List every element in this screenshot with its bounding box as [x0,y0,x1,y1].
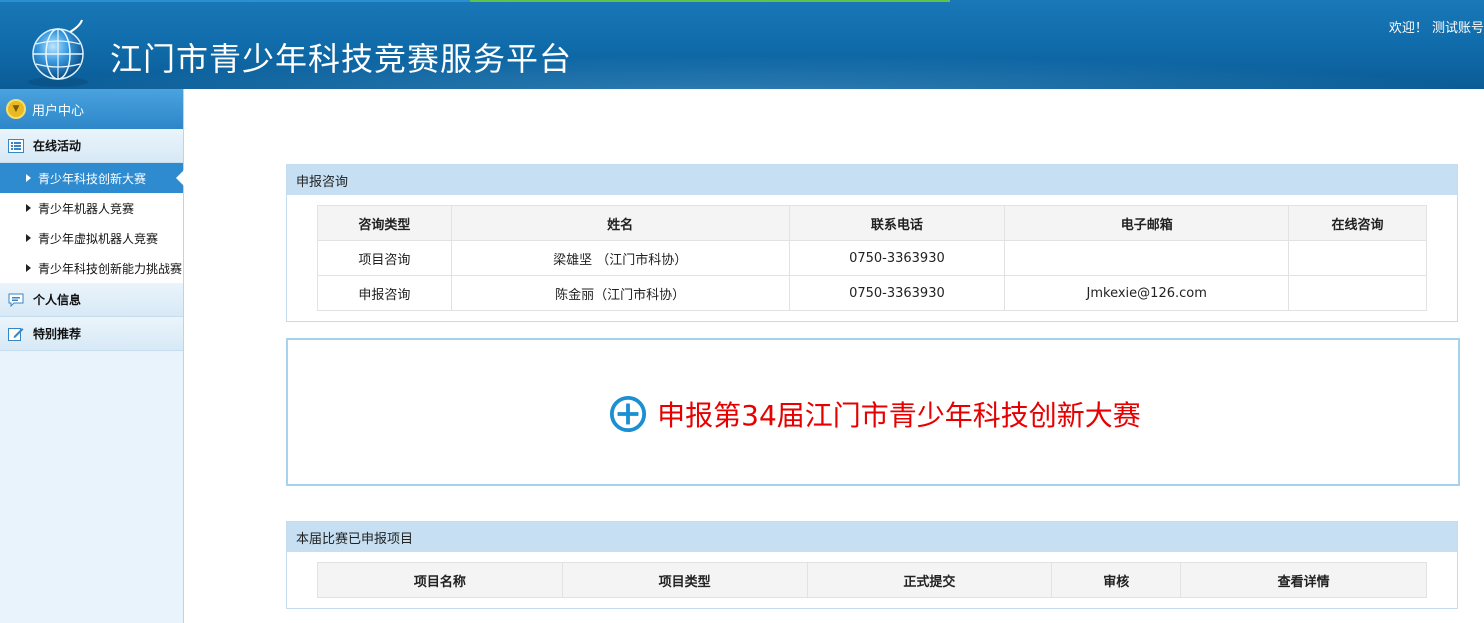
sidebar-group-label: 特别推荐 [33,327,82,341]
projects-table: 项目名称 项目类型 正式提交 审核 查看详情 [317,562,1427,598]
sidebar-group-special-recommend[interactable]: 特别推荐 [0,317,183,351]
sidebar-item-label: 青少年机器人竞赛 [38,201,135,216]
globe-logo-icon [28,19,88,87]
cell-email [1004,240,1290,276]
cell-online-consult[interactable] [1288,275,1427,311]
header-top-accent-green [470,0,950,2]
cell-name: 陈金丽（江门市科协） [450,275,790,311]
table-row: 申报咨询 陈金丽（江门市科协） 0750-3363930 Jmkexie@126… [317,275,1427,311]
sidebar-item-label: 青少年科技创新大赛 [38,171,147,186]
consult-table: 咨询类型 姓名 联系电话 电子邮箱 在线咨询 项目咨询 梁雄坚 （江门市科协） … [317,205,1427,311]
sidebar-group-personal-info[interactable]: 个人信息 [0,283,183,317]
sidebar-item-label: 青少年虚拟机器人竞赛 [38,231,159,246]
header-top-accent [0,0,470,2]
welcome-text: 欢迎！ 测试账号 [1388,21,1484,36]
sidebar-activity-list: 青少年科技创新大赛 青少年机器人竞赛 青少年虚拟机器人竞赛 青少年科技创新能力挑… [0,163,184,283]
apply-contest-box[interactable]: 申报第34届江门市青少年科技创新大赛 [286,338,1460,486]
apply-contest-button[interactable]: 申报第34届江门市青少年科技创新大赛 [609,394,1141,434]
column-header-formal-submit: 正式提交 [806,562,1053,598]
apply-contest-label: 申报第34届江门市青少年科技创新大赛 [657,399,1141,432]
plus-circle-icon [610,395,647,433]
cell-phone: 0750-3363930 [788,275,1006,311]
site-title: 江门市青少年科技竞赛服务平台 [110,40,573,78]
sidebar-group-label: 个人信息 [33,293,82,307]
column-header-project-name: 项目名称 [317,562,563,598]
cell-name: 梁雄坚 （江门市科协） [450,240,790,276]
caret-right-icon [26,174,31,182]
cell-phone: 0750-3363930 [788,240,1006,276]
cell-consult-type: 申报咨询 [317,275,452,311]
sidebar-item-tech-innovation[interactable]: 青少年科技创新大赛 [0,163,184,193]
column-header-project-type: 项目类型 [561,562,808,598]
table-row: 项目咨询 梁雄坚 （江门市科协） 0750-3363930 [317,240,1427,276]
projects-panel-title: 本届比赛已申报项目 [287,522,1457,552]
sidebar: ▼ 用户中心 在线活动 青少年科技创新大赛 青少年机器人竞赛 青少年虚拟机器人竞… [0,89,184,623]
message-icon [8,293,24,307]
caret-right-icon [26,234,31,242]
column-header-phone: 联系电话 [788,205,1006,241]
column-header-email: 电子邮箱 [1004,205,1290,241]
sidebar-item-innovation-challenge[interactable]: 青少年科技创新能力挑战赛 [0,253,183,283]
column-header-online-consult: 在线咨询 [1288,205,1427,241]
caret-right-icon [26,264,31,272]
projects-panel: 本届比赛已申报项目 项目名称 项目类型 正式提交 审核 查看详情 [286,521,1458,609]
column-header-consult-type: 咨询类型 [317,205,452,241]
sidebar-item-label: 青少年科技创新能力挑战赛 [38,261,183,276]
sidebar-group-label: 在线活动 [33,139,82,153]
consult-panel-title: 申报咨询 [287,165,1457,195]
column-header-view-details: 查看详情 [1180,562,1427,598]
table-header-row: 项目名称 项目类型 正式提交 审核 查看详情 [317,562,1427,598]
sidebar-head-label: 用户中心 [32,103,85,119]
sidebar-item-virtual-robot-contest[interactable]: 青少年虚拟机器人竞赛 [0,223,183,253]
chevron-down-icon: ▼ [6,99,26,119]
column-header-review: 审核 [1051,562,1182,598]
cell-email: Jmkexie@126.com [1004,275,1290,311]
list-icon [8,138,24,153]
consult-panel: 申报咨询 咨询类型 姓名 联系电话 电子邮箱 在线咨询 项目咨询 梁雄坚 （江门… [286,164,1458,322]
sidebar-group-online-activities[interactable]: 在线活动 [0,129,183,163]
cell-consult-type: 项目咨询 [317,240,452,276]
sidebar-head-user-center[interactable]: ▼ 用户中心 [0,89,183,129]
column-header-name: 姓名 [450,205,790,241]
cell-online-consult[interactable] [1288,240,1427,276]
table-header-row: 咨询类型 姓名 联系电话 电子邮箱 在线咨询 [317,205,1427,241]
sidebar-item-robot-contest[interactable]: 青少年机器人竞赛 [0,193,183,223]
site-header: 江门市青少年科技竞赛服务平台 欢迎！ 测试账号 [0,0,1484,89]
edit-icon [8,327,24,341]
caret-right-icon [26,204,31,212]
